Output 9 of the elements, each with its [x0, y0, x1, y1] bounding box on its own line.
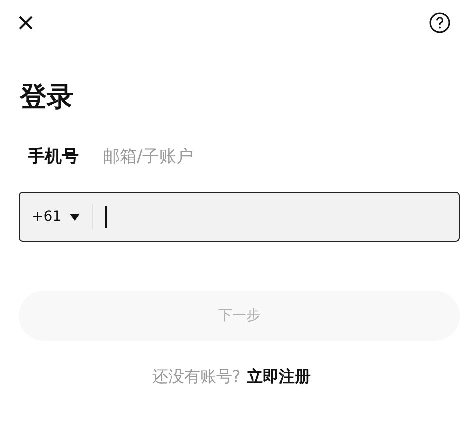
phone-field[interactable]: +61 — [19, 192, 460, 242]
close-icon[interactable] — [18, 15, 34, 31]
help-icon[interactable] — [429, 12, 451, 34]
login-tab[interactable]: 手机号 — [28, 144, 79, 170]
page-title: 登录 — [20, 81, 75, 115]
signup-link[interactable]: 立即注册 — [246, 367, 311, 388]
caret-icon — [70, 214, 80, 220]
country-code-dropdown[interactable]: +61 — [20, 204, 93, 230]
signup-prompt: 还没有账号? — [152, 367, 241, 388]
